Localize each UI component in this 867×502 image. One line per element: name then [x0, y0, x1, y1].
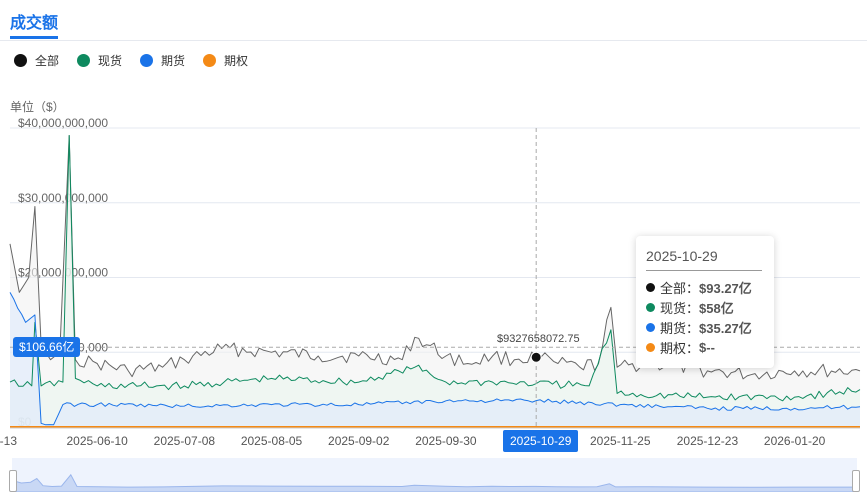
x-tick-label: 2025-06-10 [66, 434, 128, 448]
tooltip-value: $-- [699, 339, 715, 355]
tooltip-row-futures: 期货： $35.27亿 [646, 318, 752, 336]
slider-preview [12, 473, 857, 492]
x-tick-label: 2025-11-25 [590, 434, 651, 448]
crosshair-point-label: $9327658072.75 [497, 333, 580, 345]
chart-tooltip: 2025-10-29 全部： $93.27亿 现货： $58亿 期货： $35.… [636, 236, 774, 368]
x-tick-label: 2025-12-23 [677, 434, 739, 448]
tooltip-row-options: 期权： $-- [646, 338, 715, 356]
x-axis: 05-13 2025-06-10 2025-07-08 2025-08-05 2025-… [0, 427, 860, 448]
tooltip-row-all: 全部： $93.27亿 [646, 278, 752, 296]
tooltip-dot-icon [646, 322, 655, 332]
tooltip-value: $58亿 [699, 300, 734, 316]
tooltip-label: 全部： [660, 280, 700, 296]
tooltip-label: 现货： [660, 300, 700, 316]
crosshair-y-label: $106.66亿 [13, 337, 81, 357]
slider-preview-area [12, 473, 857, 492]
crosshair-x-label: 2025-10-29 [503, 430, 579, 452]
tooltip-dot-icon [646, 302, 655, 312]
tooltip-row-spot: 现货： $58亿 [646, 298, 734, 316]
tooltip-divider [646, 270, 762, 271]
tooltip-date: 2025-10-29 [646, 248, 718, 264]
tooltip-value: $35.27亿 [699, 320, 752, 336]
x-tick-label: 2025-09-02 [328, 434, 390, 448]
y-tick-label: $30,000,000,000 [18, 191, 108, 205]
y-tick-label: $40,000,000,000 [18, 116, 108, 130]
zoom-slider[interactable] [9, 458, 860, 492]
tooltip-dot-icon [646, 342, 655, 352]
x-tick-label: 05-13 [0, 434, 17, 448]
x-tick-label: 2025-07-08 [154, 434, 216, 448]
tooltip-dot-icon [646, 282, 655, 292]
tooltip-label: 期权： [660, 340, 700, 356]
x-tick-label: 2025-08-05 [241, 434, 303, 448]
x-tick-label: 2025-09-30 [415, 434, 477, 448]
slider-left-handle[interactable] [9, 470, 17, 492]
tooltip-value: $93.27亿 [699, 280, 752, 296]
slider-right-handle[interactable] [852, 470, 860, 492]
crosshair-point [530, 351, 542, 363]
tooltip-label: 期货： [660, 320, 700, 336]
x-tick-label: 2026-01-20 [764, 434, 826, 448]
